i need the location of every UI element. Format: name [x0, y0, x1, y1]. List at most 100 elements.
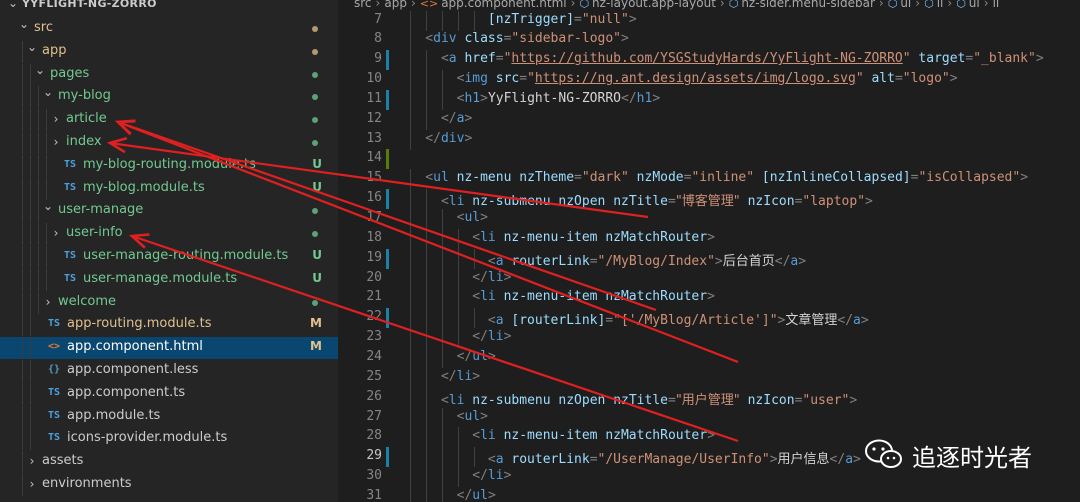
tree-folder-user-info[interactable]: › user-info	[0, 223, 338, 246]
indent-guide	[22, 223, 23, 246]
code-line[interactable]: 10 <img src="https://ng.ant.design/asset…	[338, 70, 1080, 91]
code-line[interactable]: 15 <ul nz-menu nzTheme="dark" nzMode="in…	[338, 169, 1080, 190]
breadcrumb-item[interactable]: nz-sider.menu-sidebar	[741, 0, 875, 10]
chevron-right-icon[interactable]: ›	[26, 454, 38, 468]
indent-guide	[22, 474, 23, 496]
breadcrumb-item[interactable]: nz-layout.app-layout	[592, 0, 716, 10]
line-number: 25	[366, 368, 382, 384]
code-text: </a>	[394, 110, 473, 126]
chevron-down-icon[interactable]: ⌄	[34, 63, 46, 77]
code-text: <a routerLink="/MyBlog/Index">后台首页</a>	[394, 253, 807, 269]
git-status-dot	[312, 117, 318, 124]
indent-guide	[46, 109, 47, 132]
chevron-down-icon[interactable]: ⌄	[26, 40, 38, 54]
tree-folder-app[interactable]: ⌄ app	[0, 40, 338, 63]
indent-guide	[22, 337, 23, 360]
tree-item-label: my-blog.module.ts	[83, 179, 205, 195]
tree-folder-environments[interactable]: › environments	[0, 474, 338, 496]
indent-guide	[22, 154, 23, 177]
tree-file[interactable]: TS user-manage-routing.module.ts U	[0, 246, 338, 268]
code-text: <ul>	[394, 408, 488, 424]
tree-item-label: app.component.less	[67, 362, 199, 377]
code-line[interactable]: 20 </li>	[338, 268, 1080, 289]
code-line[interactable]: 9 <a href="https://github.com/YSGStudyHa…	[338, 50, 1080, 71]
tree-file[interactable]: TS icons-provider.module.ts	[0, 428, 338, 451]
code-line[interactable]: 8 <div class="sidebar-logo">	[338, 30, 1080, 51]
tree-folder-user-manage[interactable]: ⌄ user-manage	[0, 199, 338, 223]
breadcrumb-item[interactable]: app.component.html	[441, 0, 566, 10]
tree-file[interactable]: TS my-blog.module.ts U	[0, 177, 338, 200]
chevron-right-icon[interactable]: ›	[50, 112, 62, 126]
indent-guide	[22, 405, 23, 428]
breadcrumb-item[interactable]: li	[993, 0, 1000, 10]
git-status-dot	[312, 208, 318, 215]
explorer-root-header[interactable]: ⌄ YYFLIGHT-NG-ZORRO	[0, 0, 338, 14]
tree-file[interactable]: <> app.component.html M	[0, 337, 338, 360]
line-number: 17	[366, 210, 382, 225]
breadcrumb-item[interactable]: ul	[969, 0, 980, 10]
code-line[interactable]: 19 <a routerLink="/MyBlog/Index">后台首页</a…	[338, 248, 1080, 269]
tree-item-label: environments	[42, 476, 132, 491]
code-text: <li nz-menu-item nzMatchRouter>	[394, 428, 715, 444]
chevron-right-icon: ›	[915, 0, 921, 10]
tree-folder-my-blog[interactable]: ⌄ my-blog	[0, 85, 338, 109]
code-line[interactable]: 21 <li nz-menu-item nzMatchRouter>	[338, 288, 1080, 309]
tree-item-label: index	[66, 134, 102, 149]
code-line[interactable]: 25 </li>	[338, 367, 1080, 388]
chevron-right-icon[interactable]: ›	[26, 477, 38, 491]
code-line[interactable]: 12 </a>	[338, 109, 1080, 130]
chevron-down-icon[interactable]: ⌄	[42, 85, 54, 99]
tree-file[interactable]: TS app.module.ts	[0, 405, 338, 428]
tree-folder-article[interactable]: › article	[0, 109, 338, 132]
tree-folder-assets[interactable]: › assets	[0, 451, 338, 474]
code-line[interactable]: 17 <ul>	[338, 209, 1080, 229]
code-line[interactable]: 27 <ul>	[338, 407, 1080, 428]
code-line[interactable]: 13 </div>	[338, 129, 1080, 150]
code-line[interactable]: 14	[338, 149, 1080, 170]
tree-item-label: welcome	[58, 293, 117, 309]
code-line[interactable]: 16 <li nz-submenu nzOpen nzTitle="博客管理" …	[338, 189, 1080, 210]
tree-item-label: user-manage.module.ts	[83, 270, 238, 286]
chevron-down-icon[interactable]: ⌄	[42, 199, 54, 213]
code-line[interactable]: 11 <h1>YyFlight-NG-ZORRO</h1>	[338, 89, 1080, 110]
breadcrumb-item[interactable]: app	[384, 0, 407, 10]
breadcrumb-item[interactable]: ul	[900, 0, 911, 10]
tree-item-label: pages	[50, 65, 90, 81]
explorer-panel: ⌄ YYFLIGHT-NG-ZORRO ⌄ src ⌄ app ⌄ pages ⌄ my-bl…	[0, 0, 338, 502]
tree-file[interactable]: {} app.component.less	[0, 360, 338, 382]
breadcrumb-item[interactable]: src	[354, 0, 372, 10]
git-status-dot	[312, 140, 318, 146]
indent-guide	[30, 109, 31, 132]
code-line[interactable]: 18 <li nz-menu-item nzMatchRouter>	[338, 228, 1080, 249]
tree-folder-src[interactable]: ⌄ src	[0, 17, 338, 40]
tree-folder-index[interactable]: › index	[0, 132, 338, 154]
code-line[interactable]: 26 <li nz-submenu nzOpen nzTitle="用户管理" …	[338, 387, 1080, 408]
indent-guide	[38, 177, 39, 200]
code-text: </li>	[394, 269, 512, 285]
indent-guide	[30, 132, 31, 154]
chevron-right-icon[interactable]: ›	[42, 295, 54, 309]
code-line[interactable]: 24 </ul>	[338, 347, 1080, 368]
code-line[interactable]: 22 <a [routerLink]="['/MyBlog/Article']"…	[338, 308, 1080, 329]
code-text: <ul nz-menu nzTheme="dark" nzMode="inlin…	[394, 170, 1029, 186]
chevron-right-icon: ›	[410, 0, 416, 10]
indent-guide	[46, 154, 47, 177]
code-line[interactable]: 31 </ul>	[338, 486, 1080, 502]
code-editor[interactable]: src › app › <> app.component.html › ⬡ nz-layout.…	[338, 0, 1080, 502]
chevron-right-icon[interactable]: ›	[50, 135, 62, 149]
indent-guide	[22, 132, 23, 154]
chevron-down-icon[interactable]: ⌄	[18, 17, 30, 31]
tree-file[interactable]: TS app.component.ts	[0, 382, 338, 405]
tree-file[interactable]: TS user-manage.module.ts U	[0, 268, 338, 291]
git-status-dot	[312, 231, 318, 238]
tree-file[interactable]: TS app-routing.module.ts M	[0, 314, 338, 337]
code-line[interactable]: 23 </li>	[338, 328, 1080, 349]
chevron-right-icon[interactable]: ›	[50, 226, 62, 240]
indent-guide	[38, 154, 39, 177]
tree-folder-pages[interactable]: ⌄ pages	[0, 63, 338, 86]
breadcrumb-item[interactable]: li	[937, 0, 944, 10]
indent-guide	[22, 360, 23, 382]
tree-file[interactable]: TS my-blog-routing.module.ts U	[0, 154, 338, 177]
tree-folder-welcome[interactable]: › welcome	[0, 291, 338, 314]
code-line[interactable]: 7 [nzTrigger]="null">	[338, 10, 1080, 31]
